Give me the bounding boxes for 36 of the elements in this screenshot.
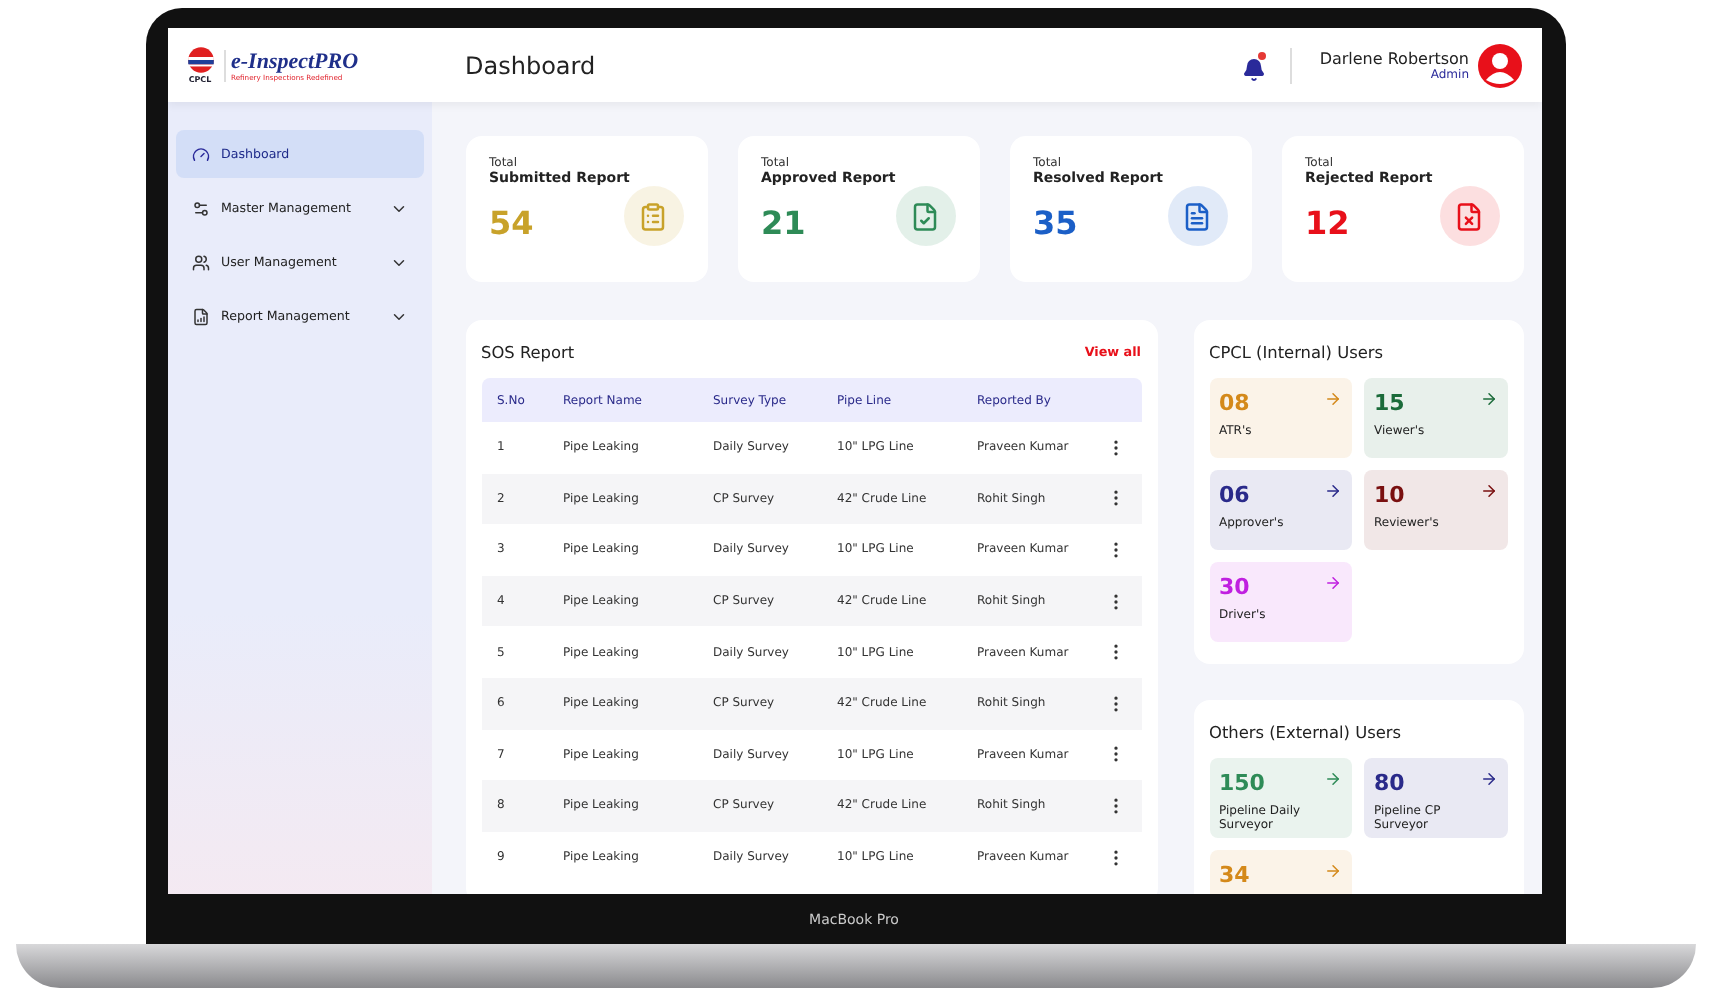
user-count: 15 [1374, 390, 1407, 416]
brand-name: e-InspectPRO [231, 49, 359, 73]
document-x-icon [1439, 186, 1499, 246]
user-count: 34 [1219, 862, 1252, 888]
clipboard-icon [623, 186, 683, 246]
avatar-icon[interactable] [1477, 43, 1521, 87]
arrow-icon [1479, 482, 1497, 500]
arrow-icon [1324, 574, 1342, 592]
document-check-icon [895, 186, 955, 246]
arrow-icon [1324, 862, 1342, 880]
user-name: Darlene Robertson [1319, 49, 1469, 67]
logo-icon [185, 46, 215, 74]
arrow-icon [1324, 482, 1342, 500]
card-title: Others (External) Users [1209, 722, 1402, 742]
stat-value: 35 [1033, 203, 1080, 241]
document-icon [1167, 186, 1227, 246]
user-count: 10 [1374, 482, 1407, 508]
stat-value: 21 [761, 203, 808, 241]
report-icon [191, 307, 209, 325]
stat-value: 12 [1305, 203, 1352, 241]
user-count: 150 [1219, 770, 1267, 796]
card-title: SOS Report [481, 342, 575, 362]
card-title: CPCL (Internal) Users [1209, 342, 1384, 362]
stat-value: 54 [489, 203, 536, 241]
gauge-icon [191, 145, 209, 163]
user-count: 30 [1219, 574, 1252, 600]
arrow-icon [1324, 770, 1342, 788]
arrow-icon [1479, 770, 1497, 788]
user-count: 06 [1219, 482, 1252, 508]
notification-button[interactable] [1241, 52, 1266, 78]
user-count: 80 [1374, 770, 1407, 796]
users-icon [191, 253, 209, 271]
arrow-icon [1324, 390, 1342, 408]
page-title: Dashboard [465, 51, 598, 79]
user-count: 08 [1219, 390, 1252, 416]
arrow-icon [1479, 390, 1497, 408]
